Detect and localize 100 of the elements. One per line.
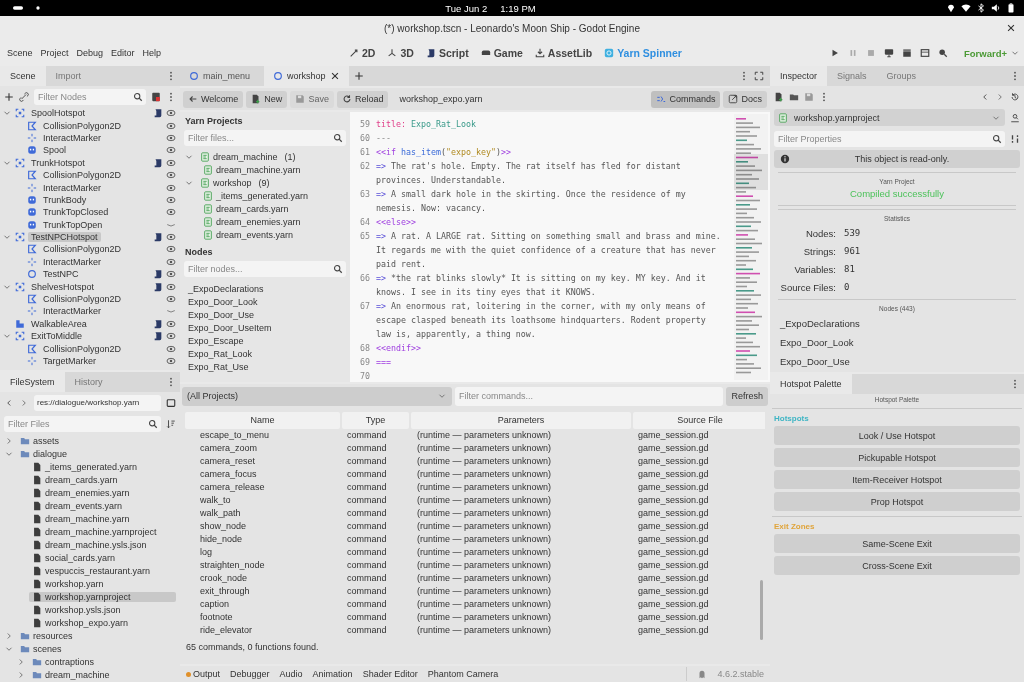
file-item[interactable]: social_cards.yarn (29, 552, 176, 563)
close-button[interactable] (1006, 23, 1016, 33)
file-item[interactable]: dream_machine.yarnproject (29, 526, 176, 537)
eye-icon[interactable] (166, 343, 176, 354)
filter-field[interactable]: Filter files... (184, 130, 346, 146)
tree-item[interactable]: workshop (9) (197, 177, 273, 188)
filter-field[interactable]: Filter nodes... (184, 261, 346, 277)
palette-button[interactable]: Prop Hotspot (774, 492, 1020, 511)
file-item[interactable]: dream_cards.yarn (29, 474, 176, 485)
file-item[interactable]: dream_cards.yarn (200, 203, 292, 214)
node-name[interactable]: TrunkTopClosed (40, 207, 112, 218)
node-name[interactable]: TrunkHotspot (28, 157, 88, 168)
script-icon[interactable] (153, 108, 163, 119)
bottom-tab[interactable]: Shader Editor (362, 669, 418, 679)
column-header[interactable]: Name (185, 412, 340, 429)
palette-button[interactable]: Look / Use Hotspot (774, 426, 1020, 445)
filter-field[interactable]: Filter Properties (774, 130, 1005, 147)
filter-field[interactable]: Filter commands... (455, 386, 724, 406)
node-item[interactable]: Expo_Door_Look (776, 333, 1018, 352)
magnifier-icon[interactable] (937, 48, 948, 58)
node-name[interactable]: TestNPCHotspot (28, 232, 101, 243)
node-item[interactable]: Expo_Door_Use (186, 309, 344, 322)
eye-icon[interactable] (166, 182, 176, 193)
file-item[interactable]: _items_generated.yarn (29, 461, 176, 472)
minimap-drawing[interactable] (734, 114, 768, 380)
folder-item[interactable]: scenes (17, 643, 176, 654)
sort-icon[interactable] (166, 418, 176, 429)
node-name[interactable]: SpoolHotspot (28, 108, 89, 119)
file-item[interactable]: workshop.ysls.json (29, 604, 176, 615)
node-item[interactable]: Expo_Escape (186, 335, 344, 348)
node-item[interactable]: _ExpoDeclarations (776, 314, 1018, 333)
editor-tab[interactable]: workshop (264, 66, 349, 86)
node-name[interactable]: InteractMarker (40, 132, 105, 143)
file-item[interactable]: dream_events.yarn (29, 500, 176, 511)
dock-tab[interactable]: FileSystem (0, 372, 65, 392)
node-name[interactable]: CollisionPolygon2D (40, 244, 125, 255)
eye-icon[interactable] (166, 244, 176, 255)
palette-button[interactable]: Same-Scene Exit (774, 534, 1020, 553)
folder-item[interactable]: dream_machine (29, 669, 176, 680)
node-name[interactable]: ShelvesHotspot (28, 281, 98, 292)
file-item[interactable]: workshop.yarn (29, 578, 176, 589)
workspace-tab[interactable]: 3D (387, 47, 414, 59)
node-name[interactable]: Spool (40, 145, 70, 156)
workspace-tab[interactable]: Script (425, 47, 469, 59)
node-item[interactable]: Expo_Door_Use (776, 352, 1018, 371)
eye-icon[interactable] (166, 170, 176, 181)
column-header[interactable]: Parameters (411, 412, 631, 429)
workspace-tab[interactable]: Game (480, 47, 523, 59)
film-icon[interactable] (919, 48, 930, 58)
eye-icon[interactable] (166, 108, 176, 119)
workspace-tab[interactable]: AssetLib (534, 47, 593, 59)
node-name[interactable]: ExitToMiddle (28, 331, 86, 342)
tab-label[interactable]: main_menu (203, 71, 251, 81)
file-item[interactable]: dream_enemies.yarn (200, 216, 304, 227)
bottom-tab[interactable]: Debugger (230, 669, 270, 679)
file-item[interactable]: workshop_expo.yarn (29, 617, 176, 628)
eye-icon[interactable] (166, 331, 176, 342)
project-dropdown[interactable]: (All Projects) (182, 386, 452, 406)
palette-button[interactable]: Cross-Scene Exit (774, 556, 1020, 575)
palette-button[interactable]: Item-Receiver Hotspot (774, 470, 1020, 489)
scrollbar[interactable] (760, 580, 763, 640)
add-icon[interactable] (353, 71, 364, 81)
node-name[interactable]: TrunkTopOpen (40, 219, 106, 230)
eye-icon[interactable] (166, 120, 176, 131)
bottom-tab[interactable]: Audio (279, 669, 303, 679)
eye-icon[interactable] (166, 318, 176, 329)
bottom-tab[interactable]: Animation (312, 669, 353, 679)
editor-tab[interactable]: main_menu (180, 66, 260, 86)
folder-item[interactable]: assets (17, 435, 176, 446)
toolbar-button[interactable]: Reload (336, 90, 389, 108)
file-item[interactable]: dream_machine.yarn (200, 164, 304, 175)
clapper-icon[interactable] (901, 48, 912, 58)
node-name[interactable]: WalkableArea (28, 318, 90, 329)
eye-icon[interactable] (166, 281, 176, 292)
fullscreen-icon[interactable] (754, 71, 764, 81)
folder-item[interactable]: resources (17, 630, 176, 641)
eye-icon[interactable] (166, 132, 176, 143)
node-name[interactable]: CollisionPolygon2D (40, 343, 125, 354)
toolbar-button[interactable]: Commands (651, 90, 721, 108)
file-item[interactable]: workshop.yarnproject (29, 591, 176, 602)
toolbar-button[interactable]: Docs (723, 90, 767, 108)
menu-item[interactable]: Scene (4, 46, 36, 60)
filter-settings-icon[interactable] (1010, 133, 1020, 144)
eye-icon[interactable] (166, 356, 176, 366)
filter-field[interactable]: Filter Files (4, 415, 161, 432)
close-icon[interactable] (329, 71, 340, 81)
eye-icon[interactable] (166, 207, 176, 218)
node-name[interactable]: TrunkBody (40, 194, 90, 205)
file-item[interactable]: dream_enemies.yarn (29, 487, 176, 498)
link-icon[interactable] (19, 91, 29, 102)
script-icon[interactable] (153, 331, 163, 342)
folder-item[interactable]: dialogue (17, 448, 176, 459)
menu-item[interactable]: Help (139, 46, 165, 60)
eye-icon[interactable] (166, 194, 176, 205)
column-header[interactable]: Type (342, 412, 409, 429)
tab-label[interactable]: workshop (287, 71, 326, 81)
file-item[interactable]: dream_machine.ysls.json (29, 539, 176, 550)
filter-field[interactable]: Filter Nodes (34, 88, 146, 105)
history-icon[interactable] (1010, 91, 1020, 102)
path-field[interactable]: res://dialogue/workshop.yarn (34, 394, 161, 411)
